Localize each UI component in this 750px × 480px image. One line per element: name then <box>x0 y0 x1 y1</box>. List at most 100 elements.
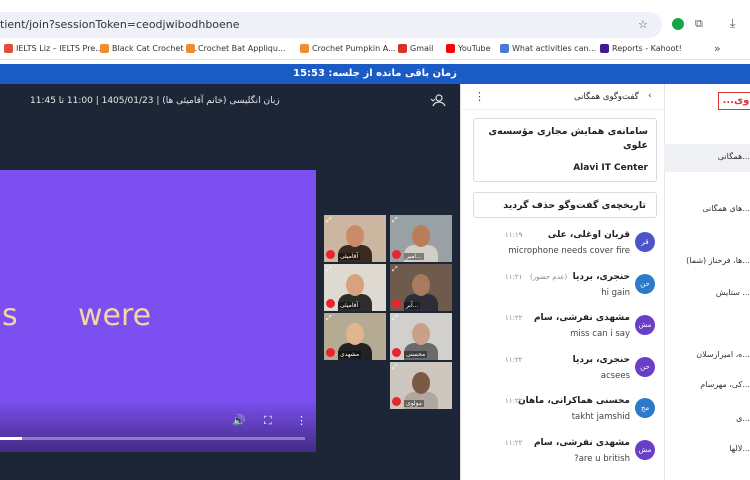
participant-name: مولوی <box>404 400 424 407</box>
bookmark-icon <box>446 44 455 53</box>
participant-tile[interactable]: ⤢ محسنی <box>390 313 452 360</box>
participant-face <box>412 323 430 345</box>
participant-face <box>346 225 364 247</box>
sidebar-item[interactable]: ...کی، مهرسام <box>700 380 750 389</box>
chat-time: ۱۱:۱۹ <box>505 231 523 239</box>
bookmark-label: Gmail <box>410 44 434 53</box>
user-icon[interactable] <box>430 94 446 108</box>
participant-tile[interactable]: ⤢ آقامیئی <box>324 215 386 262</box>
bookmark-icon <box>4 44 13 53</box>
expand-icon[interactable]: ⤢ <box>392 265 398 274</box>
chat-message-text: acsees <box>600 370 630 381</box>
session-timer: زمان باقی مانده از جلسه: 15:53 <box>0 64 750 84</box>
chat-sender-name: حنجری، بردیا <box>572 354 630 365</box>
mic-muted-icon <box>392 250 401 259</box>
chat-time: ۱۱:۲۲ <box>505 397 523 405</box>
chat-title: گفت‌وگوی همگانی <box>574 92 639 102</box>
more-options-icon[interactable]: ⋮ <box>296 414 307 427</box>
chat-sender-name: مشهدی نفرشی، سام <box>533 313 630 323</box>
chevron-left-icon[interactable]: ‹ <box>648 91 652 101</box>
expand-icon[interactable]: ⤢ <box>326 314 332 323</box>
participant-name: امیر... <box>404 253 424 260</box>
avatar: مش <box>635 315 655 335</box>
bookmark-label: IELTS Liz – IELTS Pre... <box>16 44 103 53</box>
participant-face <box>412 372 430 394</box>
bookmark-item[interactable]: IELTS Liz – IELTS Pre... <box>4 44 103 53</box>
bookmark-icon <box>500 44 509 53</box>
bookmark-label: Black Cat Crochet P... <box>112 44 198 53</box>
chat-sender-status: (عدم حضور) <box>530 272 568 281</box>
expand-icon[interactable]: ⤢ <box>392 216 398 225</box>
chat-message-text: miss can i say <box>570 329 630 339</box>
sidebar-item[interactable]: ...ه، امیرارسلان <box>696 350 750 359</box>
participant-tile[interactable]: ⤢ مولوی <box>390 362 452 409</box>
bookmark-label: What activities can... <box>512 44 597 53</box>
bookmark-label: Crochet Pumpkin A... <box>312 44 396 53</box>
bookmark-icon <box>100 44 109 53</box>
chat-message-text: hi gain <box>601 287 630 298</box>
logo: ...وی <box>718 92 750 110</box>
participant-name: آقامیئی <box>338 253 361 260</box>
bookmark-label: Crochet Bat Appliqu... <box>198 44 286 53</box>
bookmark-icon <box>398 44 407 53</box>
participant-face <box>412 274 430 296</box>
mic-muted-icon <box>392 397 401 406</box>
star-icon[interactable]: ☆ <box>638 18 648 31</box>
mic-muted-icon <box>392 348 401 357</box>
mic-muted-icon <box>392 299 401 308</box>
bookmark-item[interactable]: YouTube <box>446 44 491 53</box>
org-name: سامانه‌ی همایش مجازی مؤسسه‌ی علوی <box>488 126 648 151</box>
participant-face <box>346 323 364 345</box>
participant-tile[interactable]: ⤢ آقامیئی <box>324 264 386 311</box>
bookmark-item[interactable]: Crochet Pumpkin A... <box>300 44 396 53</box>
avatar: قر <box>635 232 655 252</box>
bookmarks-more-icon[interactable]: » <box>714 42 721 55</box>
chat-menu-icon[interactable]: ⋮ <box>474 90 485 103</box>
expand-icon[interactable]: ⤢ <box>326 265 332 274</box>
sidebar-item[interactable]: ...همگانی <box>718 152 750 161</box>
bookmark-item[interactable]: Black Cat Crochet P... <box>100 44 197 53</box>
avatar: مش <box>635 439 655 460</box>
participant-tile[interactable]: ⤢ امیر... <box>390 215 452 262</box>
puzzle-icon[interactable]: ⧉ <box>695 17 703 31</box>
bookmark-label: YouTube <box>458 44 491 53</box>
chat-sender-name: حنجری، بردیا <box>572 271 630 282</box>
participant-name: محسنی <box>404 351 428 358</box>
fullscreen-icon[interactable]: ⛶ <box>264 414 272 428</box>
video-progress-bar[interactable] <box>0 437 305 440</box>
participant-face <box>412 225 430 247</box>
sidebar-item[interactable]: ... ستایش <box>716 288 750 297</box>
expand-icon[interactable]: ⤢ <box>392 314 398 323</box>
avatar: حن <box>635 273 655 294</box>
download-icon[interactable]: ⤓ <box>730 16 735 31</box>
bookmark-label: Reports - Kahoot! <box>612 44 682 53</box>
bookmark-item[interactable]: What activities can... <box>500 44 596 53</box>
sidebar-item[interactable]: ...ی <box>736 414 750 423</box>
chat-sender-name: قربان اوغلی، علی <box>547 230 630 240</box>
bookmark-item[interactable]: Reports - Kahoot! <box>600 44 682 53</box>
sidebar-item[interactable]: ...ها، فرحناز (شما) <box>686 256 750 265</box>
extension-icon[interactable] <box>672 18 684 30</box>
url-text[interactable]: tient/join?sessionToken=ceodjwibodhboene <box>0 18 240 31</box>
sidebar-item[interactable]: ...لالها <box>729 444 750 453</box>
participant-name: آقامیئی <box>338 302 361 309</box>
expand-icon[interactable]: ⤢ <box>326 216 332 225</box>
participant-tile[interactable]: ⤢ مشهدی <box>324 313 386 360</box>
chat-sender-name: محسنی هماکرانی، ماهان <box>518 396 630 406</box>
chat-time: ۱۱:۲۲ <box>505 314 523 322</box>
sidebar-item[interactable]: ...های همگانی <box>702 204 750 213</box>
chat-time: ۱۱:۲۲ <box>505 355 523 364</box>
bookmark-item[interactable]: Crochet Bat Appliqu... <box>186 44 286 53</box>
bookmark-icon <box>186 44 195 53</box>
chat-message-text: microphone needs cover fire <box>508 246 630 256</box>
participant-tile[interactable]: ⤢ آبر... <box>390 264 452 311</box>
chat-time: ۱۱:۲۱ <box>505 272 523 281</box>
bookmark-icon <box>600 44 609 53</box>
video-progress-fill <box>0 437 22 440</box>
bookmark-icon <box>300 44 309 53</box>
bookmark-item[interactable]: Gmail <box>398 44 433 53</box>
org-card: سامانه‌ی همایش مجازی مؤسسه‌ی علوی Alavi … <box>473 118 657 182</box>
volume-icon[interactable]: 🔊 <box>232 414 246 427</box>
slide-text-left: s <box>2 298 18 333</box>
expand-icon[interactable]: ⤢ <box>392 363 398 372</box>
